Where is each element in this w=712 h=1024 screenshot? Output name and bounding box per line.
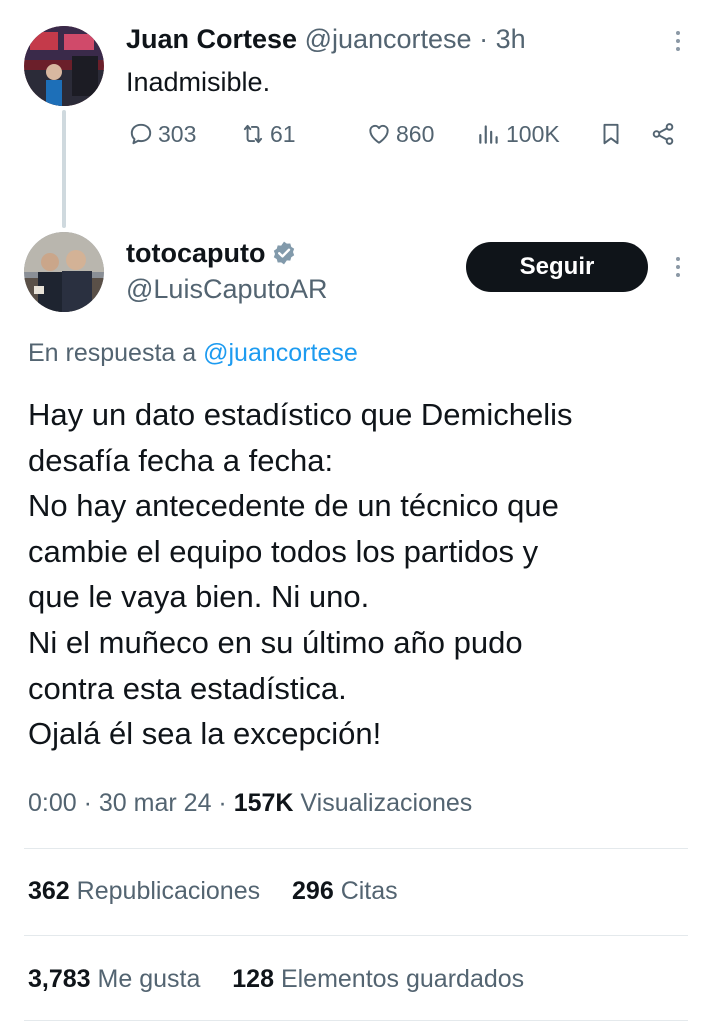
parent-time[interactable]: 3h: [496, 24, 526, 54]
reply-avatar[interactable]: [24, 232, 104, 312]
share-button[interactable]: [650, 116, 676, 152]
repost-icon: [243, 124, 263, 144]
reply-author-name[interactable]: totocaputo: [126, 236, 265, 270]
bookmarks-count: 128: [232, 965, 274, 993]
bookmarks-label: Elementos guardados: [280, 965, 525, 993]
parent-avatar[interactable]: [24, 26, 104, 106]
views-label: Visualizaciones: [300, 789, 473, 817]
engagement-stats-row: 3,783 Me gusta 128 Elementos guardados: [28, 962, 524, 996]
parent-separator: ·: [479, 24, 489, 54]
repost-button[interactable]: 61: [240, 116, 296, 152]
share-icon: [652, 123, 674, 145]
bookmark-button[interactable]: [598, 116, 624, 152]
follow-button[interactable]: Seguir: [466, 242, 648, 292]
more-options-icon[interactable]: [668, 252, 688, 282]
tweet-text-line: que le vaya bien. Ni uno.: [28, 579, 370, 615]
bookmark-icon: [603, 123, 619, 145]
parent-action-bar: 303 61 860 100K: [126, 116, 686, 152]
reposts-label: Republicaciones: [76, 877, 261, 905]
engagement-stats-row: 362 Republicaciones 296 Citas: [28, 874, 398, 908]
tweet-text-line: Ni el muñeco en su último año pudo: [28, 624, 523, 660]
tweet-meta: 0:00 · 30 mar 24 · 157K Visualizaciones: [28, 786, 472, 820]
divider: [24, 848, 688, 849]
views-chart-icon: [479, 125, 498, 144]
reply-handle[interactable]: @LuisCaputoAR: [126, 272, 328, 306]
reply-tweet-text: Hay un dato estadístico que Demichelis d…: [28, 392, 688, 757]
reply-name-row: totocaputo: [126, 236, 297, 270]
tweet-text-line: Ojalá él sea la excepción!: [28, 716, 382, 752]
tweet-text-line: desafía fecha a fecha:: [28, 442, 334, 478]
tweet-text-line: cambie el equipo todos los partidos y: [28, 533, 539, 569]
verified-badge-icon[interactable]: [271, 240, 297, 266]
heart-icon: [369, 124, 389, 144]
tweet-text-line: contra esta estadística.: [28, 670, 347, 706]
quotes-count: 296: [292, 877, 334, 905]
like-count: 860: [396, 120, 435, 147]
thread-connector-line: [62, 110, 66, 228]
quotes-stat[interactable]: 296 Citas: [292, 877, 398, 905]
reply-button[interactable]: 303: [128, 116, 196, 152]
meta-separator: ·: [83, 789, 92, 817]
divider: [24, 1020, 688, 1021]
in-reply-handle-link[interactable]: @juancortese: [203, 339, 358, 367]
bookmarks-stat[interactable]: 128 Elementos guardados: [232, 965, 524, 993]
parent-tweet-text: Inadmisible.: [126, 67, 271, 97]
likes-count: 3,783: [28, 965, 91, 993]
reposts-count: 362: [28, 877, 70, 905]
like-button[interactable]: 860: [366, 116, 434, 152]
tweet-date[interactable]: 30 mar 24: [99, 789, 212, 817]
reply-icon: [130, 123, 152, 145]
meta-separator: ·: [218, 789, 227, 817]
views-total: 157K: [233, 789, 294, 817]
tweet-text-line: Hay un dato estadístico que Demichelis: [28, 397, 573, 432]
parent-author-name[interactable]: Juan Cortese: [126, 24, 297, 54]
repost-count: 61: [270, 120, 296, 147]
views-count: 100K: [506, 120, 560, 147]
tweet-time[interactable]: 0:00: [28, 789, 77, 817]
views-button[interactable]: 100K: [476, 116, 560, 152]
in-reply-prefix: En respuesta a: [28, 339, 197, 367]
quotes-label: Citas: [340, 877, 398, 905]
likes-label: Me gusta: [97, 965, 201, 993]
reply-count: 303: [158, 120, 197, 147]
tweet-text-line: No hay antecedente de un técnico que: [28, 488, 559, 524]
divider: [24, 935, 688, 936]
parent-handle[interactable]: @juancortese: [305, 24, 472, 54]
reposts-stat[interactable]: 362 Republicaciones: [28, 877, 267, 905]
in-reply-to: En respuesta a @juancortese: [28, 336, 358, 370]
more-options-icon[interactable]: [668, 26, 688, 56]
parent-header: Juan Cortese @juancortese · 3h: [126, 22, 526, 56]
likes-stat[interactable]: 3,783 Me gusta: [28, 965, 207, 993]
